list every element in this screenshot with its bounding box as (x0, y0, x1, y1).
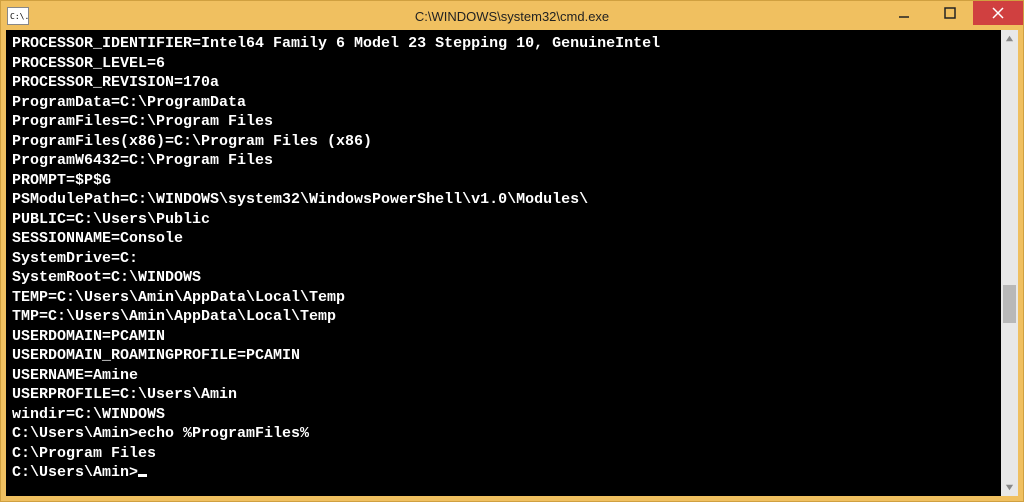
console-line: PROCESSOR_LEVEL=6 (12, 54, 995, 74)
scroll-up-arrow-icon[interactable] (1001, 30, 1018, 47)
console-line: USERPROFILE=C:\Users\Amin (12, 385, 995, 405)
console-line: C:\Users\Amin>echo %ProgramFiles% (12, 424, 995, 444)
window-title: C:\WINDOWS\system32\cmd.exe (415, 9, 609, 24)
console-line: TMP=C:\Users\Amin\AppData\Local\Temp (12, 307, 995, 327)
console-line: TEMP=C:\Users\Amin\AppData\Local\Temp (12, 288, 995, 308)
scroll-down-arrow-icon[interactable] (1001, 479, 1018, 496)
console-line: ProgramW6432=C:\Program Files (12, 151, 995, 171)
console-line: PROMPT=$P$G (12, 171, 995, 191)
console-line: USERNAME=Amine (12, 366, 995, 386)
console-prompt[interactable]: C:\Users\Amin> (12, 463, 995, 483)
scroll-track[interactable] (1001, 47, 1018, 479)
maximize-button[interactable] (927, 1, 973, 25)
console-output[interactable]: PROCESSOR_IDENTIFIER=Intel64 Family 6 Mo… (6, 30, 1001, 496)
console-line: ProgramData=C:\ProgramData (12, 93, 995, 113)
console-line: USERDOMAIN_ROAMINGPROFILE=PCAMIN (12, 346, 995, 366)
console-line: PSModulePath=C:\WINDOWS\system32\Windows… (12, 190, 995, 210)
console-line: ProgramFiles(x86)=C:\Program Files (x86) (12, 132, 995, 152)
console-line: windir=C:\WINDOWS (12, 405, 995, 425)
scroll-thumb[interactable] (1003, 285, 1016, 323)
console-line: USERDOMAIN=PCAMIN (12, 327, 995, 347)
console-line: PROCESSOR_IDENTIFIER=Intel64 Family 6 Mo… (12, 34, 995, 54)
cmd-icon: C:\. (7, 7, 29, 25)
minimize-button[interactable] (881, 1, 927, 25)
console-line: PUBLIC=C:\Users\Public (12, 210, 995, 230)
console-line: C:\Program Files (12, 444, 995, 464)
window-controls (881, 1, 1023, 25)
console-line: PROCESSOR_REVISION=170a (12, 73, 995, 93)
vertical-scrollbar[interactable] (1001, 30, 1018, 496)
console-line: ProgramFiles=C:\Program Files (12, 112, 995, 132)
cursor-icon (138, 474, 147, 477)
console-line: SystemRoot=C:\WINDOWS (12, 268, 995, 288)
window-titlebar: C:\. C:\WINDOWS\system32\cmd.exe (1, 1, 1023, 31)
console-line: SESSIONNAME=Console (12, 229, 995, 249)
console-line: SystemDrive=C: (12, 249, 995, 269)
console-area: PROCESSOR_IDENTIFIER=Intel64 Family 6 Mo… (6, 30, 1018, 496)
close-button[interactable] (973, 1, 1023, 25)
